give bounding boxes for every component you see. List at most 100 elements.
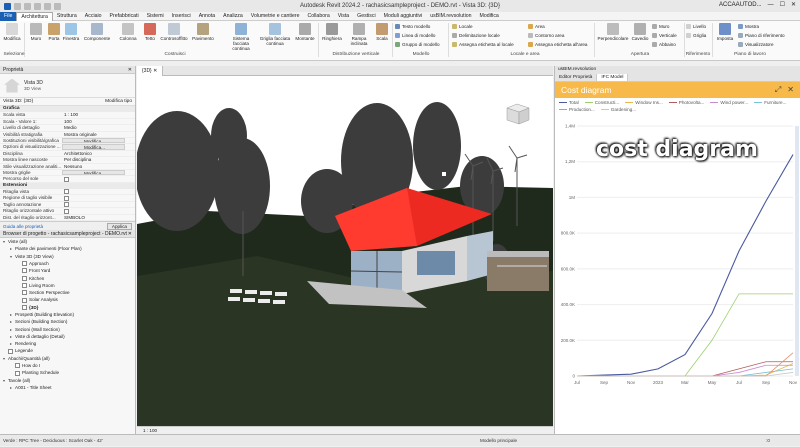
ref-plane-button[interactable]: Piano di riferimento [738, 33, 785, 38]
legend-item[interactable]: Furniture... [754, 100, 786, 105]
browser-item[interactable]: ▸ Viste di dettaglio (Detail) [0, 333, 135, 340]
checkbox[interactable] [64, 189, 69, 195]
ramp-button[interactable]: Rampa inclinata [345, 23, 373, 46]
browser-item[interactable]: Front Yard [0, 267, 135, 274]
wall-opening-button[interactable]: Muro [652, 24, 669, 29]
tag-area-button[interactable]: Assegna etichetta all'area [528, 42, 587, 47]
browser-item[interactable]: Approach [0, 260, 135, 267]
browser-item[interactable]: ▸ Piante dei pavimenti (Floor Plan) [0, 245, 135, 252]
browser-item[interactable]: Planting Schedule [0, 369, 135, 376]
ceiling-button[interactable]: Controsoffitto [160, 23, 188, 41]
tab-acciaio[interactable]: Acciaio [81, 12, 106, 21]
edit-button[interactable]: Modifica... [62, 137, 125, 144]
curtain-grid-button[interactable]: Griglia facciata continua [258, 23, 292, 46]
level-button[interactable]: Livello [686, 24, 706, 29]
tab-struttura[interactable]: Struttura [53, 12, 81, 21]
railing-button[interactable]: Ringhiera [320, 23, 344, 41]
legend-item[interactable]: Photovolta... [668, 100, 704, 105]
close-icon[interactable]: ✕ [128, 230, 132, 238]
tab-vista[interactable]: Vista [334, 12, 353, 21]
tab-usbim-revsolution[interactable]: usBIM.revsolution [426, 12, 475, 21]
checkbox[interactable] [64, 202, 69, 208]
chart-scrollbar[interactable] [795, 126, 799, 376]
property-value[interactable] [62, 176, 135, 182]
tab-property-editor[interactable]: Editor Proprietà [555, 74, 598, 81]
browser-item[interactable]: ▾ Viste 3D (3D View) [0, 253, 135, 260]
close-icon[interactable]: ✕ [787, 85, 794, 95]
group-label-selection[interactable]: Selezione [2, 52, 26, 57]
tab-ifc-model[interactable]: IFC Model [597, 74, 629, 81]
close-icon[interactable]: ✕ [128, 66, 132, 74]
edit-button[interactable]: Modifica... [62, 144, 125, 150]
apply-button[interactable]: Applica [106, 222, 132, 230]
legend-item[interactable]: Window Ins... [625, 100, 663, 105]
tab-inserisci[interactable]: Inserisci [168, 12, 195, 21]
property-value[interactable]: 1 : 100 [62, 112, 135, 117]
tab-annota[interactable]: Annota [195, 12, 219, 21]
modify-button[interactable]: Modifica [3, 23, 21, 41]
view-cube[interactable] [506, 103, 530, 125]
set-workplane-button[interactable]: Imposta [714, 23, 736, 41]
checkbox[interactable] [64, 195, 69, 201]
property-value[interactable]: 100 [62, 119, 135, 124]
curtain-system-button[interactable]: Sistema facciata continua [226, 23, 256, 51]
legend-item[interactable]: Gardening... [600, 107, 636, 112]
stair-button[interactable]: Scala [374, 23, 390, 41]
room-separator-button[interactable]: Delimitazione locale [452, 33, 500, 38]
browser-item[interactable]: {3D} [0, 304, 135, 311]
room-button[interactable]: Locale [452, 24, 473, 29]
by-face-button[interactable]: Perpendicolare [596, 23, 630, 41]
property-value[interactable] [62, 195, 135, 201]
active-model[interactable]: Modello principale [480, 435, 517, 447]
property-value[interactable]: SIMBOLO [62, 215, 135, 220]
checkbox[interactable] [64, 208, 69, 214]
browser-item[interactable]: ▸ Sezioni (Building Section) [0, 318, 135, 325]
mullion-button[interactable]: Montante [294, 23, 316, 41]
area-button[interactable]: Area [528, 24, 545, 29]
vertical-opening-button[interactable]: Verticale [652, 33, 677, 38]
tab-architettura[interactable]: Architettura [16, 11, 53, 21]
tab-file[interactable]: File [0, 11, 17, 21]
tab-gestisci[interactable]: Gestisci [353, 12, 379, 21]
user-name[interactable]: ACCAAUTOD... [719, 2, 762, 8]
tab-moduli-aggiuntivi[interactable]: Moduli aggiuntivi [380, 12, 427, 21]
browser-item[interactable]: How do I [0, 362, 135, 369]
browser-item[interactable]: ▸ A001 - Title Sheet [0, 384, 135, 391]
tag-room-button[interactable]: Assegna etichetta al locale [452, 42, 514, 47]
property-value[interactable]: Per disciplina [62, 157, 135, 162]
column-button[interactable]: Colonna [118, 23, 138, 41]
model-group-button[interactable]: Gruppo di modello [395, 42, 440, 47]
legend-item[interactable]: Total [559, 100, 579, 105]
window-button[interactable]: Finestra [62, 23, 80, 41]
property-value[interactable] [62, 202, 135, 208]
shaft-button[interactable]: Cavedio [630, 23, 650, 41]
viewport-3d[interactable]: {3D} ✕ 1: 100 [137, 66, 553, 434]
minimize-icon[interactable]: — [768, 2, 774, 8]
browser-item[interactable]: ▸ Sezioni (Wall Section) [0, 326, 135, 333]
tab-analizza[interactable]: Analizza [219, 12, 247, 21]
tab-3d-view[interactable]: {3D} ✕ [137, 66, 164, 76]
tab-collabora[interactable]: Collabora [304, 12, 334, 21]
browser-item[interactable]: ▾ Viste (all) [0, 238, 135, 245]
door-button[interactable]: Porta [47, 23, 61, 41]
tab-sistemi[interactable]: Sistemi [143, 12, 168, 21]
wall-button[interactable]: Muro [27, 23, 45, 41]
browser-item[interactable]: Solar Analysis [0, 296, 135, 303]
legend-item[interactable]: Production... [559, 107, 595, 112]
type-selector[interactable]: Vista 3D 3D View [0, 74, 135, 98]
edit-button[interactable]: Modifica... [62, 169, 125, 176]
browser-item[interactable]: ▾ Abachi/Quantità (all) [0, 355, 135, 362]
close-icon[interactable]: ✕ [791, 1, 796, 8]
browser-item[interactable]: ▸ Rendering [0, 340, 135, 347]
property-value[interactable]: Nessuno [62, 164, 135, 169]
roof-button[interactable]: Tetto [141, 23, 159, 41]
show-workplane-button[interactable]: Mostra [738, 24, 759, 29]
instance-selector[interactable]: Vista 3D: {3D} [3, 99, 33, 104]
browser-item[interactable]: Legende [0, 347, 135, 354]
model-line-button[interactable]: Linea di modello [395, 33, 435, 38]
property-value[interactable]: Medio [62, 125, 135, 130]
model-text-button[interactable]: Testo modello [395, 24, 430, 29]
model-render[interactable] [137, 76, 553, 426]
property-value[interactable]: Mostra originale [62, 132, 135, 137]
property-value[interactable] [62, 189, 135, 195]
